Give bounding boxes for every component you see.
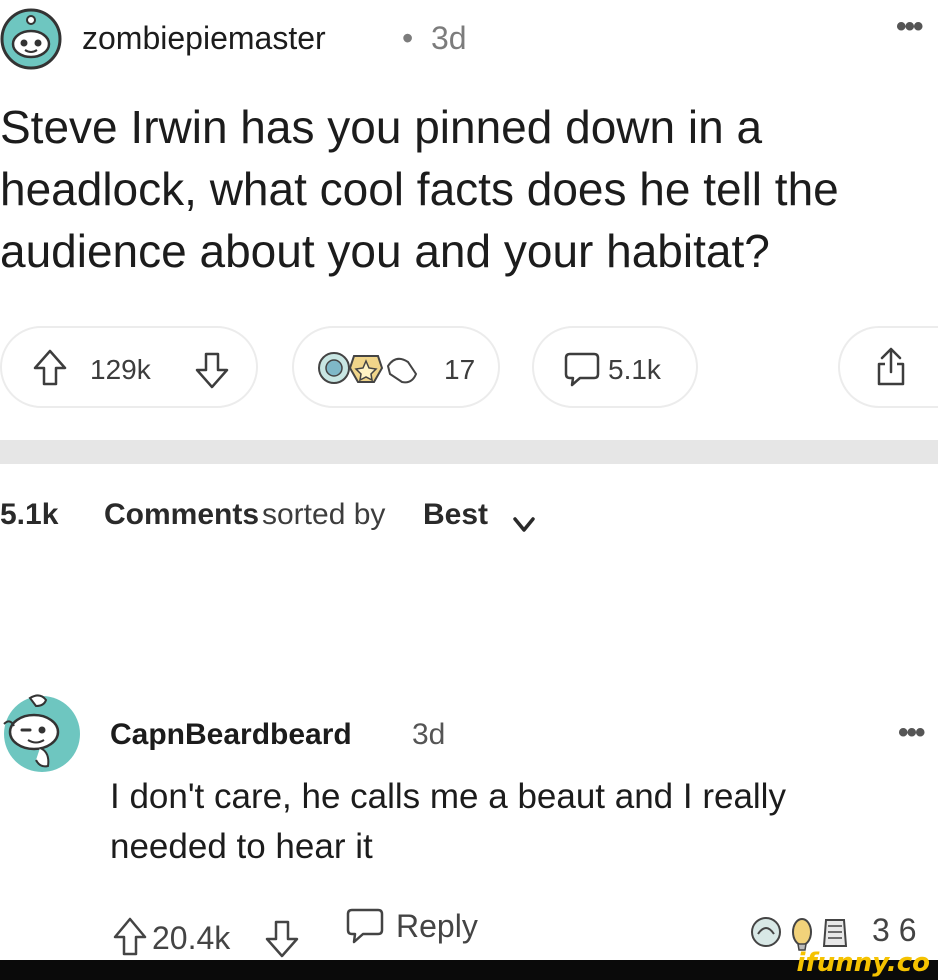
separator-dot: • (402, 20, 414, 56)
post-username[interactable]: zombiepiemaster (82, 20, 326, 57)
comments-pill[interactable]: 5.1k (532, 326, 698, 408)
snoo-avatar-icon[interactable] (0, 8, 62, 70)
sort-comments-label: Comments (104, 498, 260, 531)
sorted-by-label: sorted by (262, 498, 386, 531)
comment-icon (564, 350, 600, 393)
reply-button[interactable]: Reply (396, 908, 478, 945)
comment-vote-count: 20.4k (152, 920, 231, 956)
post-header: zombiepiemaster • 3d ••• (0, 8, 938, 70)
commenter-avatar-icon[interactable] (0, 690, 84, 774)
reply-icon[interactable] (346, 906, 384, 951)
share-icon[interactable] (874, 346, 908, 393)
watermark-logo: ifunny.co (796, 948, 930, 978)
downvote-icon[interactable] (194, 350, 230, 395)
chevron-down-icon[interactable] (512, 508, 536, 542)
awards-pill[interactable]: 17 (292, 326, 500, 408)
vote-count: 129k (90, 354, 151, 385)
vote-pill: 129k (0, 326, 258, 408)
downvote-icon[interactable] (264, 918, 300, 965)
more-icon[interactable]: ••• (896, 10, 923, 44)
upvote-icon[interactable] (112, 916, 148, 963)
section-divider (0, 440, 938, 464)
comment-more-icon[interactable]: ••• (898, 716, 925, 750)
comment-age: 3d (412, 718, 446, 751)
comment-username[interactable]: CapnBeardbeard (110, 718, 352, 752)
share-pill[interactable] (838, 326, 938, 408)
sort-comment-count: 5.1k (0, 498, 59, 531)
comment-award-count: 3 6 (872, 912, 917, 948)
award-count: 17 (444, 354, 476, 385)
post-age: 3d (431, 20, 467, 56)
award-icons (316, 348, 426, 393)
post-title[interactable]: Steve Irwin has you pinned down in a hea… (0, 96, 938, 282)
upvote-icon[interactable] (32, 348, 68, 393)
sort-value[interactable]: Best (423, 498, 488, 532)
comment-body: I don't care, he calls me a beaut and I … (110, 777, 786, 866)
comment-count: 5.1k (608, 354, 661, 385)
